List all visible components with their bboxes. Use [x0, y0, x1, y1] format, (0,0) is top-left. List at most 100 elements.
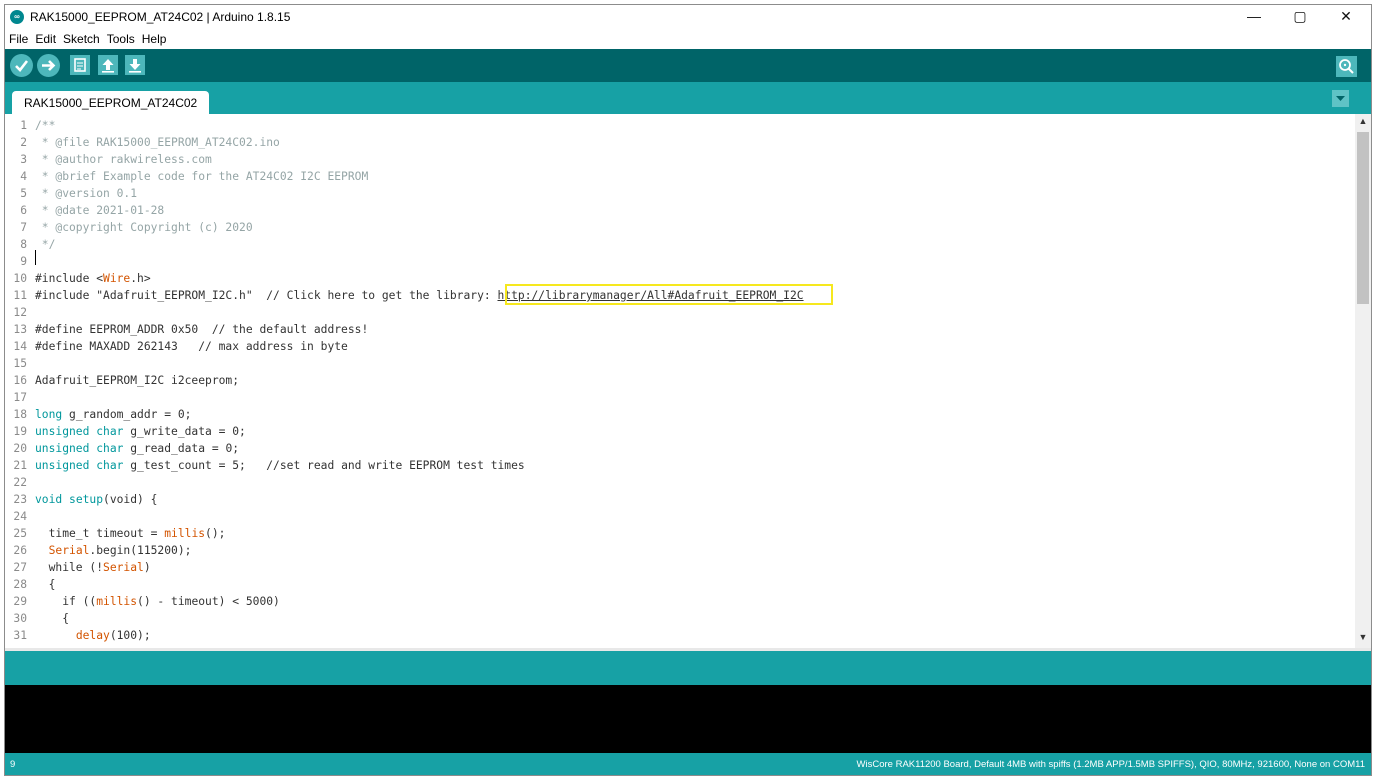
code-line: 15	[5, 355, 1355, 372]
code-line: 31 delay(100);	[5, 627, 1355, 644]
close-button[interactable]: ✕	[1323, 5, 1369, 29]
code-editor[interactable]: 1 /** 2 * @file RAK15000_EEPROM_AT24C02.i…	[5, 114, 1355, 648]
line-number: 4	[20, 170, 27, 183]
line-text: time_t timeout =	[35, 527, 165, 540]
line-text: g_test_count = 5; //set read and write E…	[123, 459, 525, 472]
line-number: 5	[20, 187, 27, 200]
vertical-scrollbar[interactable]: ▲ ▼	[1355, 114, 1371, 648]
scroll-up-button[interactable]: ▲	[1355, 116, 1371, 130]
scroll-thumb[interactable]	[1357, 132, 1369, 304]
code-line: 16 Adafruit_EEPROM_I2C i2ceeprom;	[5, 372, 1355, 389]
line-number: 11	[13, 289, 27, 302]
line-text: () - timeout) < 5000)	[137, 595, 280, 608]
arrow-right-icon	[42, 60, 56, 71]
code-line: 22	[5, 474, 1355, 491]
output-console[interactable]	[5, 685, 1371, 753]
line-text: {	[35, 578, 56, 591]
line-text: delay	[75, 629, 110, 642]
line-text: .begin(115200);	[89, 544, 192, 557]
save-sketch-button[interactable]	[125, 55, 145, 75]
line-number: 12	[13, 306, 27, 319]
scroll-down-button[interactable]: ▼	[1355, 632, 1371, 646]
line-text: unsigned char	[35, 442, 124, 455]
line-number: 7	[20, 221, 27, 234]
maximize-button[interactable]: ▢	[1277, 5, 1323, 29]
line-number: 27	[13, 561, 27, 574]
code-line: 23 void setup(void) {	[5, 491, 1355, 508]
window-title: RAK15000_EEPROM_AT24C02 | Arduino 1.8.15	[30, 10, 291, 24]
menu-tools[interactable]: Tools	[103, 29, 138, 46]
sketch-tab[interactable]: RAK15000_EEPROM_AT24C02	[12, 91, 210, 114]
toolbar	[5, 49, 1371, 82]
board-config-info: WisCore RAK11200 Board, Default 4MB with…	[856, 759, 1365, 770]
line-text: * @brief Example code for the AT24C02 I2…	[35, 170, 369, 183]
code-line: 7 * @copyright Copyright (c) 2020	[5, 219, 1355, 236]
line-number: 30	[13, 612, 27, 625]
line-number: 13	[13, 323, 27, 336]
menu-sketch[interactable]: Sketch	[59, 29, 103, 46]
upload-button[interactable]	[37, 54, 60, 77]
line-number: 19	[13, 425, 27, 438]
code-line: 18 long g_random_addr = 0;	[5, 406, 1355, 423]
line-number: 17	[13, 391, 27, 404]
line-text: g_write_data = 0;	[123, 425, 246, 438]
tab-menu-button[interactable]	[1332, 90, 1349, 107]
line-text	[35, 544, 49, 557]
line-text: Serial	[103, 561, 144, 574]
code-line: 17	[5, 389, 1355, 406]
line-number: 16	[13, 374, 27, 387]
code-line: 6 * @date 2021-01-28	[5, 202, 1355, 219]
status-bar: 9 WisCore RAK11200 Board, Default 4MB wi…	[5, 753, 1371, 775]
line-number: 14	[13, 340, 27, 353]
line-text: g_random_addr = 0;	[62, 408, 192, 421]
line-number: 1	[20, 119, 27, 132]
line-text: #define MAXADD 262143 // max address in …	[35, 340, 348, 353]
line-text: * @copyright Copyright (c) 2020	[35, 221, 253, 234]
menu-file[interactable]: File	[5, 29, 31, 46]
code-line: 4 * @brief Example code for the AT24C02 …	[5, 168, 1355, 185]
line-number: 22	[13, 476, 27, 489]
line-text	[35, 629, 76, 642]
code-line: 1 /**	[5, 117, 1355, 134]
line-number: 28	[13, 578, 27, 591]
line-number: 25	[13, 527, 27, 540]
status-message-area	[5, 651, 1371, 685]
line-number: 26	[13, 544, 27, 557]
line-text: while (!	[35, 561, 104, 574]
verify-button[interactable]	[10, 54, 33, 77]
menu-edit[interactable]: Edit	[31, 29, 59, 46]
code-line: 24	[5, 508, 1355, 525]
line-number: 10	[13, 272, 27, 285]
line-text: {	[35, 612, 70, 625]
line-text: unsigned char	[35, 459, 124, 472]
serial-monitor-button[interactable]	[1336, 56, 1357, 77]
code-line: 14 #define MAXADD 262143 // max address i…	[5, 338, 1355, 355]
code-line: 26 Serial.begin(115200);	[5, 542, 1355, 559]
line-number: 31	[13, 629, 27, 642]
text-caret	[35, 250, 36, 265]
minimize-button[interactable]: —	[1231, 5, 1277, 29]
line-text: * @version 0.1	[35, 187, 138, 200]
line-text: millis	[164, 527, 206, 540]
line-text: unsigned char	[35, 425, 124, 438]
code-line: 28 {	[5, 576, 1355, 593]
upload-arrow-icon	[102, 59, 114, 73]
open-sketch-button[interactable]	[98, 55, 118, 75]
code-line: 19 unsigned char g_write_data = 0;	[5, 423, 1355, 440]
new-sketch-button[interactable]	[70, 55, 90, 75]
line-text: .h>	[130, 272, 151, 285]
checkmark-icon	[15, 60, 29, 72]
code-line: 20 unsigned char g_read_data = 0;	[5, 440, 1355, 457]
new-file-icon	[74, 58, 86, 72]
line-number: 2	[20, 136, 27, 149]
line-text: Adafruit_EEPROM_I2C i2ceeprom;	[35, 374, 240, 387]
code-line: 27 while (!Serial)	[5, 559, 1355, 576]
line-number: 24	[13, 510, 27, 523]
menu-help[interactable]: Help	[138, 29, 170, 46]
line-number: 3	[20, 153, 27, 166]
line-number: 6	[20, 204, 27, 217]
code-line: 13 #define EEPROM_ADDR 0x50 // the defaul…	[5, 321, 1355, 338]
line-text: ();	[205, 527, 226, 540]
chevron-down-icon	[1336, 96, 1345, 101]
line-number: 8	[20, 238, 27, 251]
